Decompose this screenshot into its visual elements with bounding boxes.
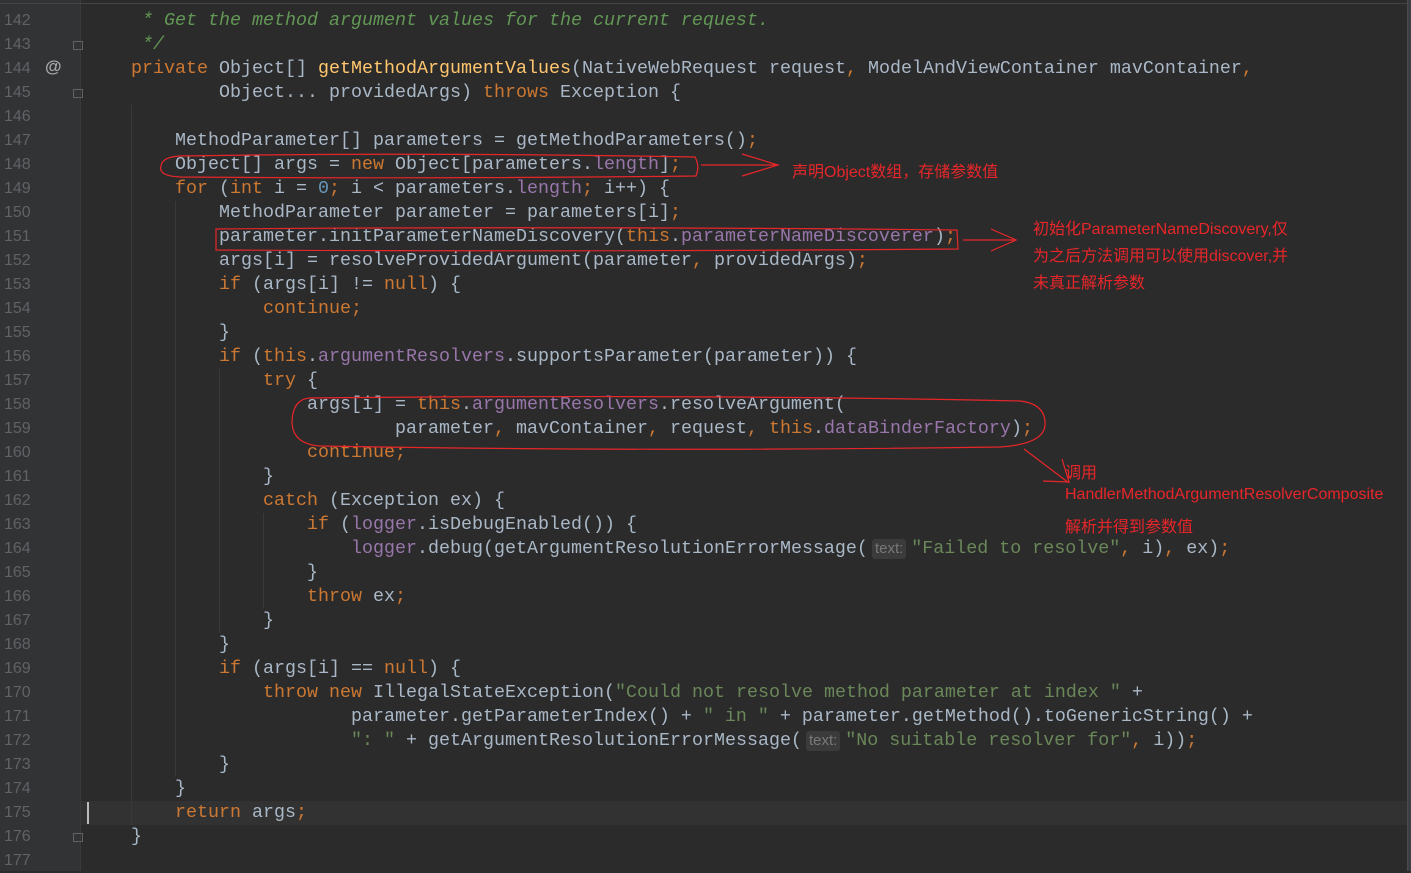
annotation-note-resolve-1: 调用 bbox=[1065, 465, 1098, 482]
annotation-note-discovery-2: 为之后方法调用可以使用discover,并 bbox=[1033, 248, 1289, 265]
annotation-note-discovery-1: 初始化ParameterNameDiscovery,仅 bbox=[1033, 221, 1288, 238]
vertical-scrollbar[interactable] bbox=[1407, 0, 1411, 871]
highlight-ellipse-resolve bbox=[291, 395, 1046, 450]
annotation-note-discovery-3: 未真正解析参数 bbox=[1033, 275, 1146, 292]
annotation-layer bbox=[160, 153, 1070, 484]
annotation-note-resolve-3: 解析并得到参数值 bbox=[1065, 519, 1194, 536]
arrow-discovery bbox=[963, 228, 1018, 252]
annotation-note-resolve-2: HandlerMethodArgumentResolverComposite bbox=[1065, 486, 1384, 503]
arrow-resolve bbox=[1023, 448, 1070, 484]
highlight-box-discovery bbox=[215, 227, 959, 252]
highlight-ellipse-args bbox=[160, 153, 699, 179]
annotation-note-args: 声明Object数组，存储参数值 bbox=[792, 164, 999, 181]
arrow-args bbox=[701, 153, 781, 177]
